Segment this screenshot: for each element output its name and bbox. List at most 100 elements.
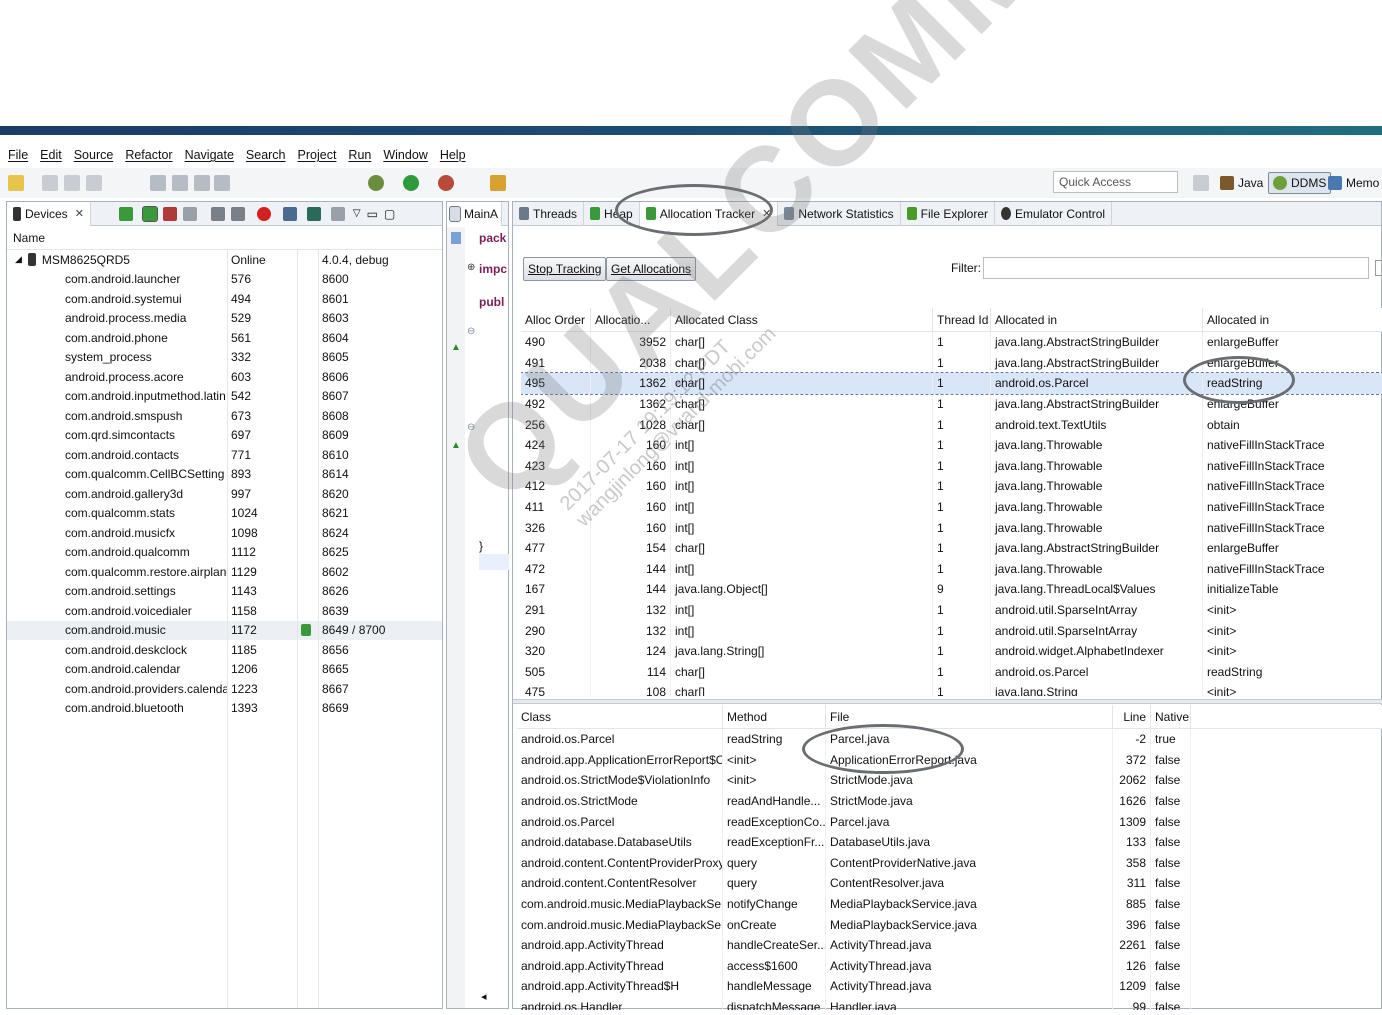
tab-emulator-control[interactable]: Emulator Control bbox=[995, 201, 1113, 226]
process-row[interactable]: com.android.deskclock 1185 8656 bbox=[7, 640, 442, 660]
stack-column-header[interactable]: Method bbox=[723, 705, 826, 728]
stack-column-header[interactable]: Native bbox=[1151, 705, 1191, 728]
allocation-row[interactable]: 424 160 int[] 1 java.lang.Throwable nativeFil… bbox=[521, 434, 1382, 456]
tab-file-explorer[interactable]: File Explorer bbox=[901, 201, 996, 226]
process-row[interactable]: com.android.phone 561 8604 bbox=[7, 328, 442, 348]
device-row[interactable]: ◢ MSM8625QRD5 Online 4.0.4, debug bbox=[7, 250, 442, 270]
allocation-row[interactable]: 411 160 int[] 1 java.lang.Throwable nativeFil… bbox=[521, 496, 1382, 518]
process-row[interactable]: com.android.gallery3d 997 8620 bbox=[7, 484, 442, 504]
alloc-column-header[interactable]: Alloc Order▼ bbox=[521, 308, 591, 331]
print-icon[interactable] bbox=[86, 175, 102, 191]
code-line[interactable]: } bbox=[479, 539, 483, 553]
run-icon[interactable] bbox=[403, 175, 419, 191]
update-threads-icon[interactable] bbox=[210, 206, 225, 221]
perspective-ddms[interactable]: DDMS bbox=[1268, 172, 1332, 194]
process-row[interactable]: com.android.voicedialer 1158 8639 bbox=[7, 601, 442, 621]
stop-process-icon[interactable] bbox=[256, 206, 271, 221]
code-line[interactable]: impc bbox=[479, 262, 507, 276]
stack-column-header[interactable]: Class bbox=[517, 705, 723, 728]
screen-capture-icon[interactable] bbox=[282, 206, 297, 221]
column-name[interactable]: Name bbox=[13, 231, 45, 245]
process-row[interactable]: com.android.settings 1143 8626 bbox=[7, 582, 442, 602]
save-icon[interactable] bbox=[42, 175, 58, 191]
minimize-icon[interactable]: ▭ bbox=[367, 207, 378, 221]
tab-editor[interactable]: MainA bbox=[447, 201, 503, 226]
menu-item-file[interactable]: File bbox=[8, 148, 28, 162]
allocation-row[interactable]: 472 144 int[] 1 java.lang.Throwable nativeFil… bbox=[521, 558, 1382, 580]
process-row[interactable]: com.qualcomm.stats 1024 8621 bbox=[7, 504, 442, 524]
process-row[interactable]: com.android.inputmethod.latin 542 8607 bbox=[7, 387, 442, 407]
menu-item-help[interactable]: Help bbox=[440, 148, 466, 162]
menu-item-edit[interactable]: Edit bbox=[40, 148, 62, 162]
menu-item-search[interactable]: Search bbox=[246, 148, 286, 162]
code-line[interactable]: publ bbox=[479, 295, 504, 309]
allocation-row[interactable]: 423 160 int[] 1 java.lang.Throwable nativeFil… bbox=[521, 455, 1382, 477]
maximize-icon[interactable]: ▢ bbox=[384, 207, 395, 221]
menu-item-refactor[interactable]: Refactor bbox=[125, 148, 172, 162]
scroll-left-icon[interactable]: ◂ bbox=[481, 990, 487, 1003]
collapse-icon[interactable]: ⊖ bbox=[467, 326, 475, 337]
process-row[interactable]: system_process 332 8605 bbox=[7, 348, 442, 368]
alloc-column-header[interactable]: Allocatio... bbox=[591, 308, 671, 331]
process-row[interactable]: com.qualcomm.CellBCSetting 893 8614 bbox=[7, 465, 442, 485]
allocation-row[interactable]: 490 3952 char[] 1 java.lang.AbstractStringBu… bbox=[521, 332, 1382, 353]
stack-column-header[interactable]: Line bbox=[1113, 705, 1151, 728]
allocation-row[interactable]: 475 108 char[] 1 java.lang.String <init> bbox=[521, 682, 1382, 696]
pen-icon[interactable] bbox=[172, 175, 188, 191]
filter-input[interactable] bbox=[983, 257, 1369, 279]
allocation-row[interactable]: 320 124 java.lang.String[] 1 android.widget.… bbox=[521, 640, 1382, 662]
menu-item-run[interactable]: Run bbox=[348, 148, 371, 162]
alloc-column-header[interactable]: Allocated in bbox=[1203, 308, 1382, 331]
stack-row[interactable]: android.os.Handler dispatchMessage Handler… bbox=[517, 996, 1382, 1010]
alloc-column-header[interactable]: Thread Id bbox=[933, 308, 991, 331]
stack-row[interactable]: android.os.StrictMode$ViolationInfo <init… bbox=[517, 770, 1382, 791]
menu-item-source[interactable]: Source bbox=[74, 148, 114, 162]
process-row[interactable]: com.android.launcher 576 8600 bbox=[7, 270, 442, 290]
open-type-icon[interactable] bbox=[490, 175, 506, 191]
stack-row[interactable]: android.app.ActivityThread$H handleMessag… bbox=[517, 976, 1382, 997]
menu-item-project[interactable]: Project bbox=[298, 148, 337, 162]
debug-icon[interactable] bbox=[368, 175, 384, 191]
new-icon[interactable] bbox=[8, 175, 24, 191]
allocation-row[interactable]: 505 114 char[] 1 android.os.Parcel readString bbox=[521, 661, 1382, 683]
filter-toggle-icon[interactable] bbox=[1375, 260, 1382, 276]
stack-row[interactable]: android.database.DatabaseUtils readExcept… bbox=[517, 831, 1382, 853]
stack-row[interactable]: android.app.ActivityThread handleCreateSe… bbox=[517, 934, 1382, 956]
stack-row[interactable]: com.android.music.MediaPlaybackSer... not… bbox=[517, 893, 1382, 915]
process-row[interactable]: com.android.calendar 1206 8665 bbox=[7, 660, 442, 680]
allocation-row[interactable]: 326 160 int[] 1 java.lang.Throwable nativeFil… bbox=[521, 517, 1382, 538]
update-heap-icon[interactable] bbox=[141, 205, 158, 222]
tab-devices[interactable]: Devices ✕ bbox=[7, 201, 91, 226]
process-row[interactable]: com.android.music 1172 8649 / 8700 bbox=[7, 620, 442, 640]
process-row[interactable]: com.qrd.simcontacts 697 8609 bbox=[7, 426, 442, 446]
systrace-icon[interactable] bbox=[306, 206, 321, 221]
quick-access-input[interactable]: Quick Access bbox=[1053, 171, 1178, 193]
alloc-column-header[interactable]: Allocated Class bbox=[671, 308, 933, 331]
process-row[interactable]: com.android.contacts 771 8610 bbox=[7, 445, 442, 465]
perspective-memory[interactable]: Memo bbox=[1328, 172, 1379, 194]
allocation-row[interactable]: 290 132 int[] 1 android.util.SparseIntArray <… bbox=[521, 620, 1382, 641]
code-line[interactable]: pack bbox=[479, 231, 506, 245]
chevron-down-icon[interactable]: ▽ bbox=[353, 208, 361, 219]
debug-process-icon[interactable] bbox=[118, 206, 133, 221]
stack-row[interactable]: android.os.StrictMode readAndHandle... Str… bbox=[517, 790, 1382, 812]
process-row[interactable]: com.android.musicfx 1098 8624 bbox=[7, 523, 442, 543]
dump-hprof-icon[interactable] bbox=[162, 206, 177, 221]
tab-threads[interactable]: Threads bbox=[513, 201, 585, 226]
save-all-icon[interactable] bbox=[64, 175, 80, 191]
process-row[interactable]: com.android.bluetooth 1393 8669 bbox=[7, 699, 442, 719]
view-menu-icon[interactable] bbox=[330, 206, 345, 221]
stack-row[interactable]: com.android.music.MediaPlaybackSer... onC… bbox=[517, 914, 1382, 935]
tab-network-statistics[interactable]: Network Statistics bbox=[778, 201, 901, 226]
allocation-row[interactable]: 256 1028 char[] 1 android.text.TextUtils obta… bbox=[521, 414, 1382, 435]
alloc-column-header[interactable]: Allocated in bbox=[991, 308, 1203, 331]
sash[interactable] bbox=[513, 699, 1382, 704]
process-row[interactable]: com.android.smspush 673 8608 bbox=[7, 406, 442, 426]
expand-icon[interactable]: ⊕ bbox=[467, 262, 475, 273]
method-profiling-icon[interactable] bbox=[230, 206, 245, 221]
process-row[interactable]: com.android.providers.calendar 1223 8667 bbox=[7, 679, 442, 699]
allocation-row[interactable]: 167 144 java.lang.Object[] 9 java.lang.Threa… bbox=[521, 579, 1382, 600]
open-perspective-icon[interactable] bbox=[1193, 175, 1209, 191]
stack-row[interactable]: android.app.ActivityThread access$1600 Act… bbox=[517, 955, 1382, 977]
menu-item-navigate[interactable]: Navigate bbox=[185, 148, 234, 162]
